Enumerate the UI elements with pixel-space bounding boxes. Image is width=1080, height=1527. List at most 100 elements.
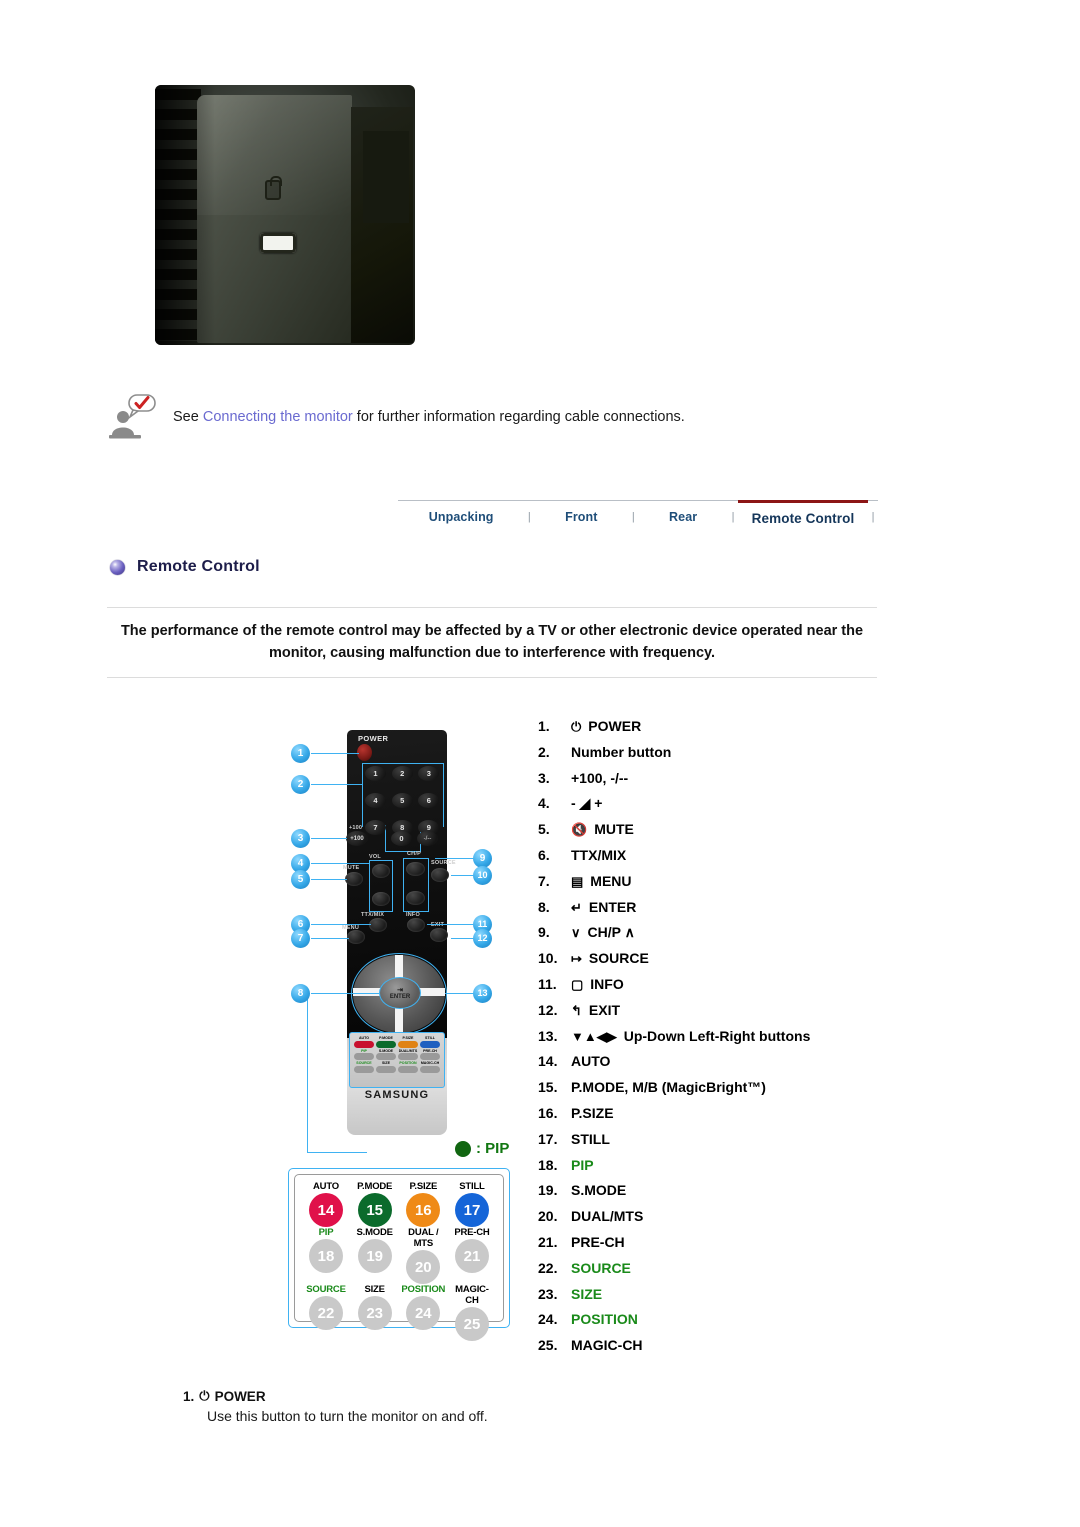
zoom-button-17[interactable]: 17 [454, 1193, 489, 1227]
zoom-button-22[interactable]: 22 [309, 1296, 343, 1330]
zoom-row: AUTO 14 P.MODE 15 P.SIZE 16 STILL 17 [303, 1181, 495, 1227]
menu-icon: ▤ [571, 873, 584, 889]
function-pad-button[interactable] [420, 1053, 440, 1060]
function-pad-cell[interactable]: AUTO [354, 1036, 374, 1048]
remote-channel-up-button[interactable] [406, 862, 425, 876]
function-pad-button[interactable] [376, 1065, 396, 1073]
section-tabs[interactable]: Unpacking | Front | Rear | Remote Contro… [398, 500, 878, 530]
zoom-cell[interactable]: PIP 18 [303, 1227, 349, 1284]
function-pad-cell[interactable]: P.SIZE [398, 1036, 418, 1048]
zoom-cell[interactable]: DUAL / MTS 20 [400, 1227, 446, 1284]
zoom-cell[interactable]: P.MODE 15 [352, 1181, 398, 1227]
remote-channel-down-button[interactable] [406, 891, 425, 905]
remote-info-button[interactable] [407, 918, 425, 932]
tab-front[interactable]: Front [534, 501, 628, 530]
zoom-button-20[interactable]: 20 [406, 1250, 441, 1284]
function-pad-cell[interactable]: SOURCE [354, 1061, 374, 1073]
function-pad-cell[interactable]: PRE-CH [420, 1049, 440, 1060]
legend-item-number: 5. [538, 821, 550, 838]
remote-enter-button[interactable]: ⇥ ENTER [379, 977, 421, 1009]
remote-function-pad[interactable]: AUTO P.MODE P.SIZE STILL PIP S.MODE DUAL… [349, 1032, 445, 1088]
legend-item: 3. +100, -/-- [538, 770, 878, 796]
function-pad-caption: P.MODE [379, 1036, 393, 1040]
legend-item: 6. TTX/MIX [538, 847, 878, 873]
desc-number: 1. [183, 1388, 195, 1404]
zoom-cell[interactable]: S.MODE 19 [352, 1227, 398, 1284]
legend-item-label: MUTE [594, 821, 634, 838]
function-pad-caption: SOURCE [356, 1061, 372, 1065]
function-pad-button[interactable] [376, 1040, 396, 1048]
zoom-button-15[interactable]: 15 [357, 1193, 392, 1227]
remote-exit-button[interactable] [430, 928, 448, 942]
remote-key[interactable]: 1 [365, 766, 386, 781]
remote-volume-down-button[interactable] [372, 892, 390, 906]
zoom-cell[interactable]: SIZE 23 [352, 1284, 398, 1341]
function-pad-button[interactable] [398, 1053, 418, 1060]
function-pad-cell[interactable]: POSITION [398, 1061, 418, 1073]
remote-menu-button[interactable] [347, 930, 365, 944]
remote-key[interactable]: 7 [365, 820, 386, 835]
remote-key[interactable]: 2 [391, 766, 413, 781]
function-pad-button[interactable] [354, 1065, 374, 1073]
legend-item-number: 7. [538, 872, 550, 889]
function-pad-button[interactable] [398, 1065, 418, 1073]
function-pad-button[interactable] [354, 1053, 374, 1060]
zoom-cell[interactable]: STILL 17 [449, 1181, 495, 1227]
function-pad-button[interactable] [420, 1040, 440, 1048]
remote-key[interactable]: 3 [418, 766, 440, 781]
zoom-button-18[interactable]: 18 [309, 1239, 343, 1273]
remote-key[interactable]: 4 [365, 793, 386, 808]
zoom-cell[interactable]: PRE-CH 21 [449, 1227, 495, 1284]
note-person-check-icon [109, 394, 156, 439]
function-pad-button[interactable] [420, 1065, 440, 1073]
remote-plus100-button[interactable]: +100 [346, 831, 368, 846]
remote-power-button[interactable] [357, 744, 372, 761]
function-pad-cell[interactable]: STILL [420, 1036, 440, 1048]
remote-key[interactable]: 5 [391, 793, 413, 808]
function-pad-cell[interactable]: DUAL/MTS [398, 1049, 418, 1060]
function-pad-button[interactable] [398, 1040, 418, 1048]
connecting-the-monitor-link[interactable]: Connecting the monitor [203, 409, 353, 425]
remote-key-zero[interactable]: 0 [391, 831, 412, 846]
legend-item: 16. P.SIZE [538, 1105, 878, 1131]
tab-rear[interactable]: Rear [638, 501, 728, 530]
function-pad-button[interactable] [376, 1053, 396, 1060]
legend-item-number: 18. [538, 1156, 558, 1173]
photo-shadow [155, 85, 215, 345]
function-pad-cell[interactable]: PIP [354, 1049, 374, 1060]
zoom-button-23[interactable]: 23 [357, 1296, 392, 1330]
chp-icon: ∨ [571, 925, 581, 941]
zoom-button-16[interactable]: 16 [406, 1193, 441, 1227]
legend-item: 13. ▼▲◀▶ Up-Down Left-Right buttons [538, 1028, 878, 1054]
note-suffix: for further information regarding cable … [352, 408, 685, 425]
remote-volume-up-button[interactable] [372, 864, 390, 878]
zoom-cell[interactable]: MAGIC-CH 25 [449, 1284, 495, 1341]
function-pad-cell[interactable]: SIZE [376, 1061, 396, 1073]
remote-mute-button[interactable] [345, 872, 363, 886]
zoom-button-25[interactable]: 25 [454, 1307, 489, 1341]
function-pad-button[interactable] [354, 1040, 374, 1048]
function-pad-cell[interactable]: P.MODE [376, 1036, 396, 1048]
tab-unpacking[interactable]: Unpacking [398, 501, 524, 530]
enter-icon: ↵ [571, 899, 582, 915]
remote-ttxmix-button[interactable] [369, 918, 387, 932]
zoom-cell[interactable]: SOURCE 22 [303, 1284, 349, 1341]
rear-panel-recess [363, 131, 409, 223]
zoom-button-24[interactable]: 24 [406, 1296, 441, 1330]
remote-key[interactable]: 6 [418, 793, 440, 808]
zoom-button-19[interactable]: 19 [357, 1239, 392, 1273]
zoom-cell[interactable]: POSITION 24 [400, 1284, 446, 1341]
tab-remote-control[interactable]: Remote Control [738, 500, 868, 530]
zoom-button-14[interactable]: 14 [309, 1193, 343, 1227]
function-pad-cell[interactable]: S.MODE [376, 1049, 396, 1060]
leader-line [311, 753, 359, 755]
remote-minus-button[interactable]: -/-- [417, 831, 438, 846]
legend-item: 12. ↰ EXIT [538, 1002, 878, 1028]
zoom-cell[interactable]: P.SIZE 16 [400, 1181, 446, 1227]
kensington-lock-slot [260, 233, 296, 253]
zoom-cell[interactable]: AUTO 14 [303, 1181, 349, 1227]
zoom-button-21[interactable]: 21 [454, 1239, 489, 1273]
remote-source-button[interactable] [431, 868, 449, 882]
function-pad-cell[interactable]: MAGIC-CH [420, 1061, 440, 1073]
legend-item-number: 10. [538, 950, 558, 967]
